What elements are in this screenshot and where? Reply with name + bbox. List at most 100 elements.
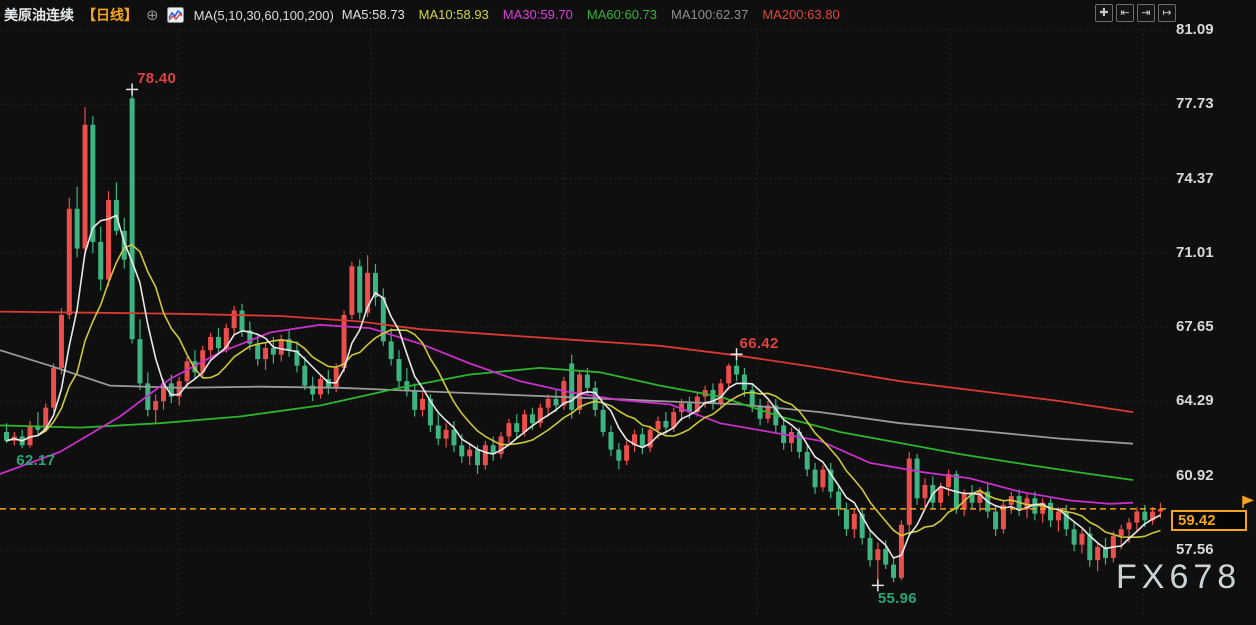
candle <box>640 428 645 455</box>
candle <box>420 392 425 416</box>
candle <box>538 403 543 427</box>
ma-line-ma100 <box>0 350 1133 444</box>
candle <box>813 463 818 494</box>
candle <box>153 394 158 423</box>
candle <box>404 368 409 397</box>
candle <box>1001 501 1006 534</box>
candle <box>444 423 449 447</box>
candle <box>922 478 927 507</box>
candle <box>59 308 64 374</box>
ma-value: MA60:60.73 <box>587 7 657 22</box>
price-axis-label: 81.09 <box>1176 21 1246 38</box>
candle <box>1040 498 1045 522</box>
candle <box>20 430 25 448</box>
candle <box>514 414 519 438</box>
chart-style-icon[interactable] <box>167 7 184 23</box>
candle <box>805 445 810 476</box>
candle <box>75 187 80 258</box>
candle <box>216 328 221 355</box>
watermark: FX678 <box>1116 558 1241 597</box>
candle <box>412 383 417 416</box>
candle <box>310 377 315 401</box>
candle <box>1025 494 1030 518</box>
candle <box>1009 492 1014 514</box>
candle <box>83 107 88 253</box>
candle <box>255 335 260 366</box>
candle <box>1103 538 1108 565</box>
candle <box>35 412 40 434</box>
timeframe-label: 【日线】 <box>82 5 138 25</box>
candle <box>616 443 621 470</box>
ma-value: MA200:63.80 <box>762 7 839 22</box>
ma-value: MA5:58.73 <box>342 7 405 22</box>
price-axis-label: 60.92 <box>1176 467 1246 484</box>
candle <box>695 392 700 416</box>
candle <box>114 182 119 235</box>
candle <box>915 454 920 505</box>
candle <box>51 363 56 412</box>
candle <box>106 191 111 286</box>
price-axis-label: 64.29 <box>1176 392 1246 409</box>
price-annotation: 66.42 <box>740 335 779 352</box>
candle <box>789 428 794 452</box>
ma-value: MA10:58.93 <box>419 7 489 22</box>
price-axis-label: 67.65 <box>1176 318 1246 335</box>
trading-chart-screen: 美原油连续 【日线】 ⊕ MA(5,10,30,60,100,200) MA5:… <box>0 0 1256 625</box>
candle <box>506 419 511 443</box>
chart-toolbar: ✚⇤⇥↦ <box>1095 4 1176 22</box>
candle <box>1150 507 1155 525</box>
go-to-latest-icon[interactable]: ↦ <box>1158 4 1176 22</box>
candle <box>1048 498 1053 527</box>
candle <box>648 425 653 452</box>
ma-line-ma30 <box>0 325 1133 504</box>
price-annotation: 78.40 <box>137 70 176 87</box>
candle <box>130 89 135 343</box>
candle <box>844 503 849 536</box>
candle <box>836 485 841 516</box>
price-annotation: 62.17 <box>16 452 55 469</box>
candle <box>711 383 716 410</box>
price-axis-label: 57.56 <box>1176 541 1246 558</box>
candle <box>287 330 292 357</box>
candle <box>758 399 763 426</box>
candle <box>467 443 472 465</box>
price-annotation: 55.96 <box>878 590 917 607</box>
pan-icon[interactable]: ✚ <box>1095 4 1113 22</box>
price-alert-flag-icon <box>1243 496 1254 508</box>
candle <box>1134 507 1139 531</box>
candle <box>98 226 103 290</box>
candle <box>208 333 213 360</box>
candle <box>1072 523 1077 552</box>
ma-value: MA100:62.37 <box>671 7 748 22</box>
candlestick-chart[interactable] <box>0 0 1256 625</box>
scale-right-icon[interactable]: ⇥ <box>1137 4 1155 22</box>
candle <box>875 542 880 585</box>
candle <box>294 341 299 372</box>
candle <box>601 403 606 436</box>
grid-layer <box>0 28 1168 618</box>
symbol-name: 美原油连续 <box>4 5 74 25</box>
candle <box>373 264 378 306</box>
candle <box>970 485 975 509</box>
add-indicator-icon[interactable]: ⊕ <box>146 8 159 23</box>
price-axis-label: 74.37 <box>1176 170 1246 187</box>
ma-values-readout: MA5:58.73 MA10:58.93 MA30:59.70 MA60:60.73 M… <box>342 6 854 24</box>
candle <box>852 509 857 538</box>
candle <box>632 430 637 452</box>
candle <box>67 198 72 320</box>
candle <box>483 441 488 470</box>
ma-config-label: MA(5,10,30,60,100,200) <box>194 8 334 23</box>
last-price-label: 59.42 <box>1171 510 1247 531</box>
last-price-value: 59.42 <box>1178 512 1216 529</box>
candle <box>137 319 142 390</box>
ma-value: MA30:59.70 <box>503 7 573 22</box>
chart-header: 美原油连续 【日线】 ⊕ MA(5,10,30,60,100,200) MA5:… <box>4 4 854 26</box>
candle <box>608 425 613 456</box>
candle <box>868 531 873 566</box>
candle <box>828 463 833 498</box>
candle <box>28 421 33 448</box>
candle <box>436 414 441 445</box>
scale-left-icon[interactable]: ⇤ <box>1116 4 1134 22</box>
candle <box>891 558 896 582</box>
candle <box>357 260 362 320</box>
